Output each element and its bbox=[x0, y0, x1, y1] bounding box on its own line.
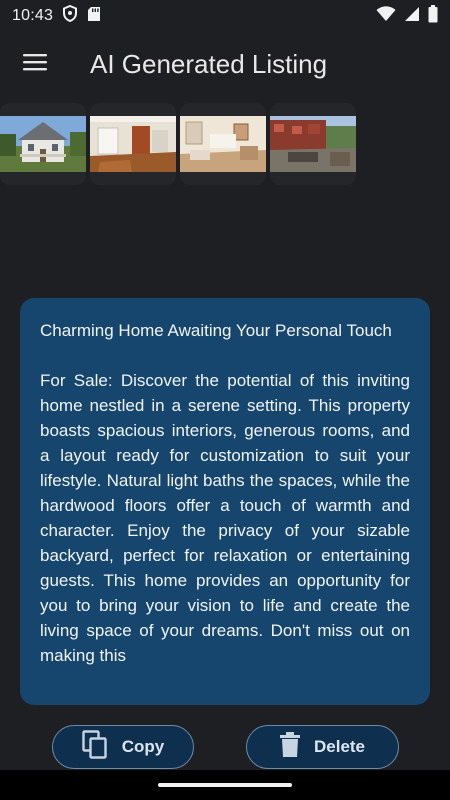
photo-house-exterior[interactable] bbox=[0, 103, 86, 185]
action-bar: Copy Delete bbox=[0, 725, 450, 771]
photo-backyard[interactable] bbox=[270, 103, 356, 185]
status-right-icons bbox=[376, 4, 438, 28]
sd-card-icon bbox=[87, 6, 101, 27]
status-time: 10:43 bbox=[12, 7, 54, 24]
menu-button[interactable] bbox=[0, 32, 70, 96]
listing-title: Charming Home Awaiting Your Personal Tou… bbox=[40, 321, 392, 340]
photo-bedroom[interactable] bbox=[180, 103, 266, 185]
menu-icon bbox=[23, 53, 47, 76]
copy-button[interactable]: Copy bbox=[52, 725, 194, 769]
listing-card: Charming Home Awaiting Your Personal Tou… bbox=[20, 298, 430, 705]
listing-scroll-area[interactable]: Charming Home Awaiting Your Personal Tou… bbox=[40, 318, 410, 691]
trash-icon bbox=[279, 731, 300, 763]
page-title: AI Generated Listing bbox=[90, 48, 328, 79]
copy-label: Copy bbox=[121, 737, 165, 756]
photo-living-room[interactable] bbox=[90, 103, 176, 185]
gesture-handle[interactable] bbox=[158, 783, 292, 787]
app-bar: AI Generated Listing bbox=[0, 32, 450, 96]
shield-icon bbox=[63, 4, 78, 27]
status-bar: 10:43 bbox=[0, 0, 450, 32]
delete-label: Delete bbox=[313, 737, 366, 756]
status-left-icons bbox=[63, 4, 101, 27]
signal-icon bbox=[404, 6, 420, 27]
wifi-icon bbox=[376, 5, 396, 27]
system-nav-bar bbox=[0, 770, 450, 800]
listing-description: For Sale: Discover the potential of this… bbox=[40, 371, 410, 665]
photo-strip bbox=[0, 103, 356, 185]
battery-icon bbox=[428, 4, 438, 28]
copy-icon bbox=[82, 729, 108, 765]
delete-button[interactable]: Delete bbox=[246, 725, 399, 769]
